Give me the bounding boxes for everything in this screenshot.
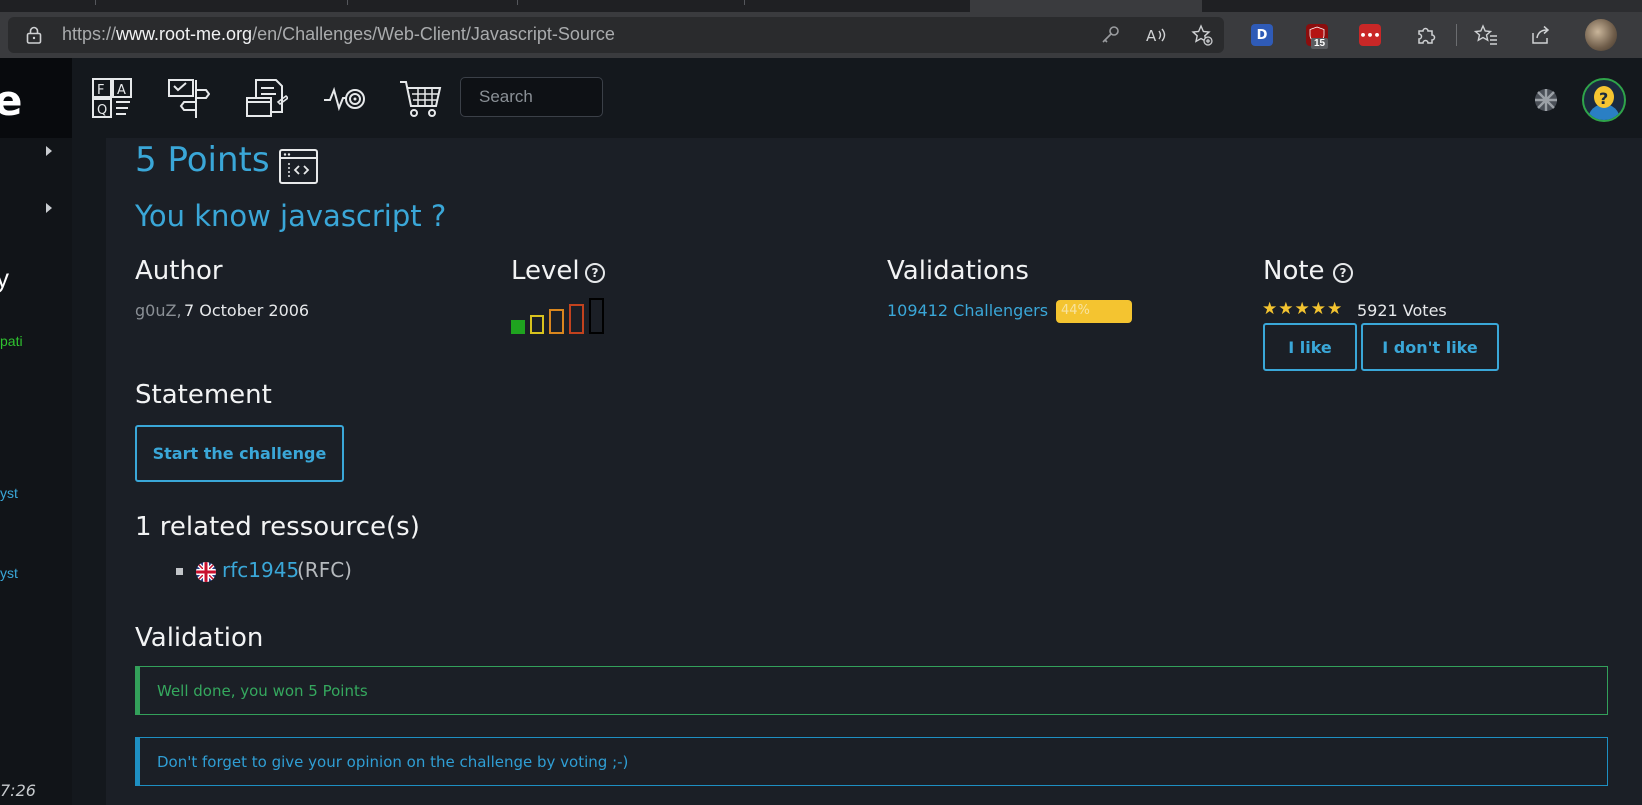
svg-text:A: A [1146,27,1157,45]
site-logo[interactable]: e [0,76,23,125]
author-date: 7 October 2006 [184,301,310,320]
add-favorite-icon[interactable] [1188,21,1216,49]
uk-flag-icon [196,562,216,582]
info-alert: Don't forget to give your opinion on the… [135,737,1608,786]
directions-signpost-icon[interactable] [166,76,211,120]
like-button[interactable]: I like [1263,323,1357,371]
sidebar-expand-arrow[interactable] [46,146,52,156]
level-indicator [511,298,605,334]
read-aloud-icon[interactable]: A [1142,21,1170,49]
list-bullet [176,568,183,575]
sidebar-link-fragment[interactable]: yst [0,565,18,581]
ublock-badge: 15 [1311,38,1329,49]
tab-strip [0,0,1642,12]
browser-profile-avatar[interactable] [1585,19,1617,51]
extension-d-label: D [1256,27,1268,43]
note-heading: Note [1263,256,1325,286]
sidebar-clock: 7:26 [0,781,36,800]
svg-text:Q: Q [97,103,107,118]
svg-text:F: F [97,83,104,98]
url-text[interactable]: https://www.root-me.org/en/Challenges/We… [62,24,615,45]
faq-icon[interactable]: FAQ [90,76,134,120]
level-heading: Level [511,256,580,286]
level-bar-5 [589,298,604,334]
svg-text:A: A [117,83,126,98]
challenge-subtitle: You know javascript ? [135,199,447,233]
svg-text:?: ? [1599,89,1608,108]
votes-count: 5921 Votes [1357,301,1447,320]
shop-cart-icon[interactable] [398,76,442,120]
author-link[interactable]: g0uZ, [135,301,182,320]
success-message: Well done, you won 5 Points [157,681,368,700]
extension-dots-label: ••• [1359,28,1381,42]
sidebar-heading-fragment: y [0,263,9,293]
note-help-icon[interactable]: ? [1333,263,1353,283]
tab-divider [517,0,518,5]
activity-target-icon[interactable] [322,76,366,120]
start-challenge-button[interactable]: Start the challenge [135,425,344,482]
validation-heading: Validation [135,623,264,653]
resource-type: (RFC) [297,558,352,582]
tab-divider [95,0,96,5]
favorites-icon[interactable] [1472,21,1500,49]
web-client-category-icon [279,149,318,184]
points-title: 5 Points [135,140,270,180]
level-help-icon[interactable]: ? [585,263,605,283]
search-input[interactable]: Search [460,77,603,117]
language-flag-icon[interactable] [1535,89,1557,111]
sidebar-link-fragment[interactable]: yst [0,485,18,501]
extensions-puzzle-icon[interactable] [1412,21,1440,49]
level-bar-1 [511,320,525,334]
author-heading: Author [135,256,223,286]
level-bar-3 [549,309,564,334]
toolbar-divider [1456,24,1457,46]
author-separator: , [176,301,182,320]
documents-icon[interactable] [244,76,290,120]
key-icon[interactable] [1096,21,1124,49]
tab-divider [347,0,348,5]
validations-heading: Validations [887,256,1029,286]
sidebar-expand-arrow[interactable] [46,203,52,213]
statement-heading: Statement [135,380,272,410]
validations-percent: 44% [1061,303,1090,318]
rating-stars: ★★★★★ [1262,299,1344,319]
lastpass-icon[interactable]: ••• [1359,24,1381,46]
info-message: Don't forget to give your opinion on the… [157,752,629,771]
extension-d-icon[interactable]: D [1251,24,1273,46]
user-avatar[interactable]: ? [1582,78,1626,122]
left-sidebar [0,58,72,805]
validations-link[interactable]: 109412 Challengers [887,301,1048,320]
resources-heading: 1 related ressource(s) [135,512,420,542]
success-alert: Well done, you won 5 Points [135,666,1608,715]
dislike-button[interactable]: I don't like [1361,323,1499,371]
content-gutter [72,138,106,805]
lock-icon[interactable] [20,21,48,49]
browser-tab[interactable] [1430,0,1642,12]
resource-link[interactable]: rfc1945 [222,558,299,582]
share-icon[interactable] [1527,21,1555,49]
level-bar-4 [569,304,584,334]
tab-divider [744,0,745,5]
site-topnav [72,58,1642,138]
sidebar-item-fragment[interactable]: pati [0,333,23,349]
level-bar-2 [530,315,544,334]
author-name[interactable]: g0uZ [135,301,176,320]
browser-tab-active[interactable] [970,0,1202,12]
